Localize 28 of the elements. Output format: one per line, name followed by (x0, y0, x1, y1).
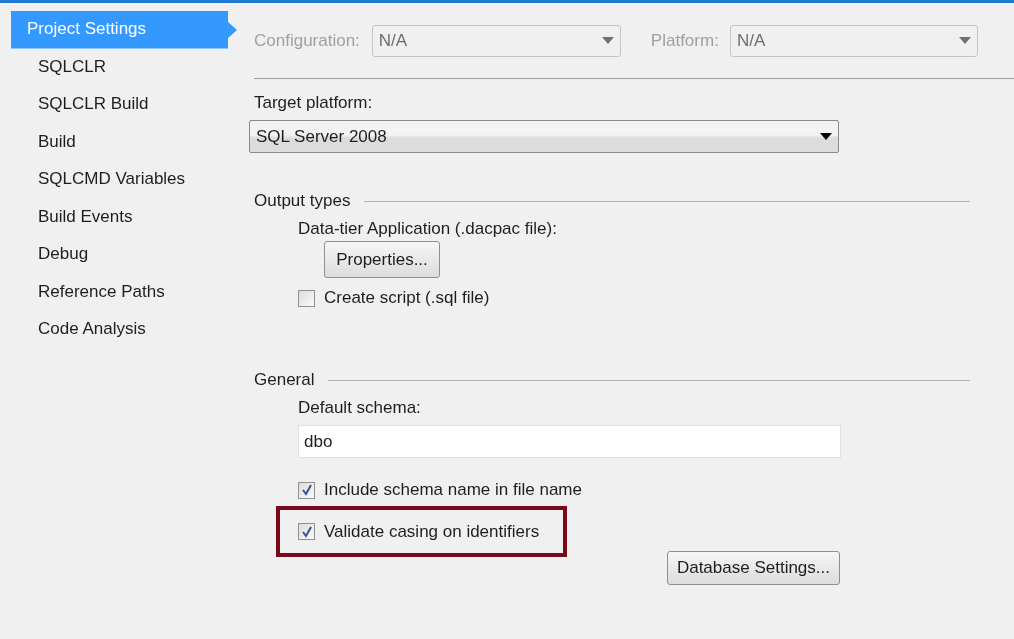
sidebar-item[interactable]: Debug (11, 236, 228, 274)
checkbox-label: Include schema name in file name (324, 480, 582, 500)
checkbox-label: Validate casing on identifiers (324, 521, 540, 542)
field-label: Default schema: (298, 397, 422, 419)
checkbox[interactable] (298, 481, 315, 499)
caret-icon (601, 37, 614, 44)
field-label: Data-tier Application (.dacpac file): (298, 218, 558, 240)
group-heading: Output types (254, 191, 351, 211)
sidebar-item[interactable]: SQLCMD Variables (11, 161, 228, 199)
combo-label: Platform: (650, 30, 719, 51)
group-heading: General (254, 370, 315, 390)
sidebar-item[interactable]: SQLCLR Build (11, 86, 228, 124)
sidebar-item[interactable]: Reference Paths (11, 273, 228, 311)
checkbox-label: Create script (.sql file) (324, 288, 490, 308)
checkbox[interactable] (298, 289, 315, 307)
sidebar-item[interactable]: Code Analysis (11, 311, 228, 349)
field-label: Target platform: (254, 92, 374, 114)
properties-button[interactable]: Properties... (324, 241, 440, 278)
sidebar-item[interactable]: SQLCLR (11, 48, 228, 86)
checkbox[interactable] (298, 523, 315, 540)
sidebar-item[interactable]: Build Events (11, 198, 228, 236)
caret-icon (820, 133, 832, 140)
schema-field[interactable]: dbo (298, 425, 841, 458)
sidebar-item[interactable]: Build (11, 123, 228, 161)
dropdown[interactable]: SQL Server 2008 (249, 120, 839, 153)
combo-label: Configuration: (254, 30, 360, 51)
database-settings-button[interactable]: Database Settings... (666, 551, 840, 585)
caret-icon (958, 37, 971, 44)
